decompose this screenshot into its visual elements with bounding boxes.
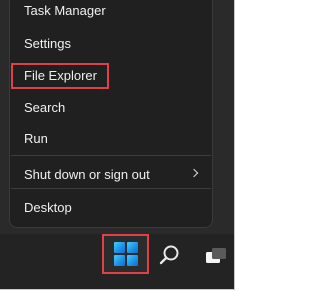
menu-separator bbox=[11, 188, 211, 189]
menu-item-search[interactable]: Search bbox=[11, 94, 211, 122]
chevron-right-icon bbox=[189, 168, 199, 178]
highlight-outline bbox=[11, 63, 109, 89]
menu-item-run[interactable]: Run bbox=[11, 125, 211, 153]
menu-item-file-explorer[interactable]: File Explorer bbox=[11, 62, 211, 90]
start-button[interactable] bbox=[102, 234, 149, 274]
search-icon bbox=[159, 245, 179, 265]
menu-item-label: Task Manager bbox=[24, 3, 106, 18]
menu-item-label: Shut down or sign out bbox=[24, 167, 150, 182]
task-view-icon bbox=[206, 248, 226, 263]
menu-item-label: Search bbox=[24, 100, 66, 115]
menu-item-label: Run bbox=[24, 131, 48, 146]
menu-item-label: Settings bbox=[24, 36, 71, 51]
menu-item-task-manager[interactable]: Task Manager bbox=[11, 0, 211, 25]
windows-logo-icon bbox=[114, 242, 138, 266]
menu-item-shut-down-or-sign-out[interactable]: Shut down or sign out bbox=[11, 161, 211, 189]
menu-separator bbox=[11, 155, 211, 156]
start-context-menu: Task Manager Settings File Explorer Sear… bbox=[9, 0, 213, 228]
menu-item-desktop[interactable]: Desktop bbox=[11, 194, 211, 222]
taskbar bbox=[0, 234, 234, 289]
menu-item-settings[interactable]: Settings bbox=[11, 30, 211, 58]
task-view-button[interactable] bbox=[203, 243, 233, 267]
screenshot-frame: Task Manager Settings File Explorer Sear… bbox=[0, 0, 235, 290]
search-button[interactable] bbox=[158, 243, 182, 267]
menu-item-label: Desktop bbox=[24, 200, 72, 215]
